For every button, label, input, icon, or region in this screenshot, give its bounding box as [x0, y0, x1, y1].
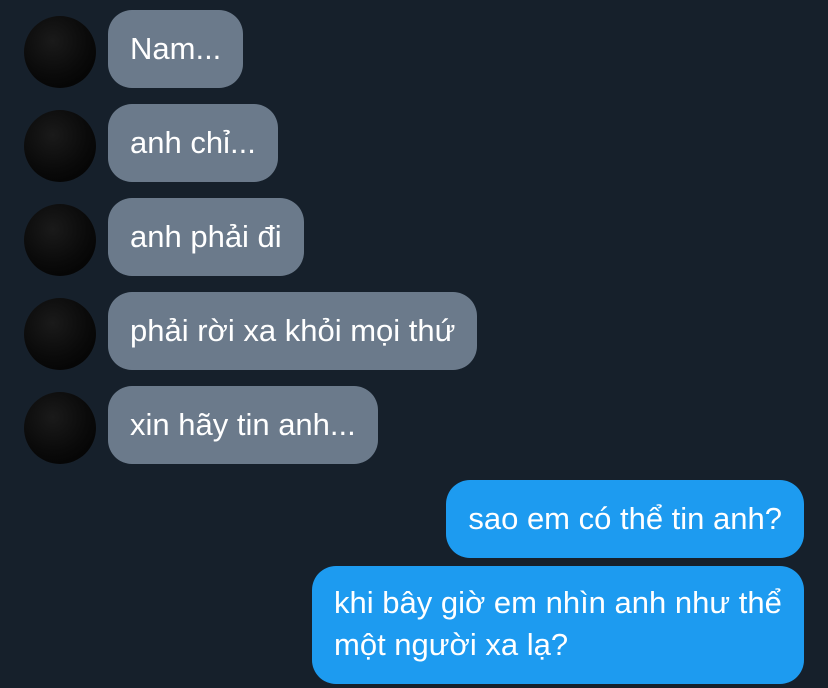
- avatar[interactable]: [24, 16, 96, 88]
- incoming-message-bubble[interactable]: xin hãy tin anh...: [108, 386, 378, 464]
- incoming-message-bubble[interactable]: anh chỉ...: [108, 104, 278, 182]
- avatar[interactable]: [24, 298, 96, 370]
- outgoing-message-bubble[interactable]: sao em có thể tin anh?: [446, 480, 804, 558]
- chat-thread: Nam... anh chỉ... anh phải đi phải rời x…: [0, 0, 828, 688]
- avatar[interactable]: [24, 204, 96, 276]
- incoming-message-row: anh phải đi: [0, 198, 828, 282]
- incoming-message-bubble[interactable]: Nam...: [108, 10, 244, 88]
- avatar[interactable]: [24, 110, 96, 182]
- incoming-message-bubble[interactable]: anh phải đi: [108, 198, 304, 276]
- incoming-message-row: Nam...: [0, 10, 828, 94]
- incoming-message-bubble[interactable]: phải rời xa khỏi mọi thứ: [108, 292, 478, 370]
- incoming-message-row: xin hãy tin anh...: [0, 386, 828, 470]
- avatar[interactable]: [24, 392, 96, 464]
- outgoing-message-bubble[interactable]: khi bây giờ em nhìn anh như thể một ngườ…: [312, 566, 804, 684]
- incoming-message-row: phải rời xa khỏi mọi thứ: [0, 292, 828, 376]
- incoming-message-row: anh chỉ...: [0, 104, 828, 188]
